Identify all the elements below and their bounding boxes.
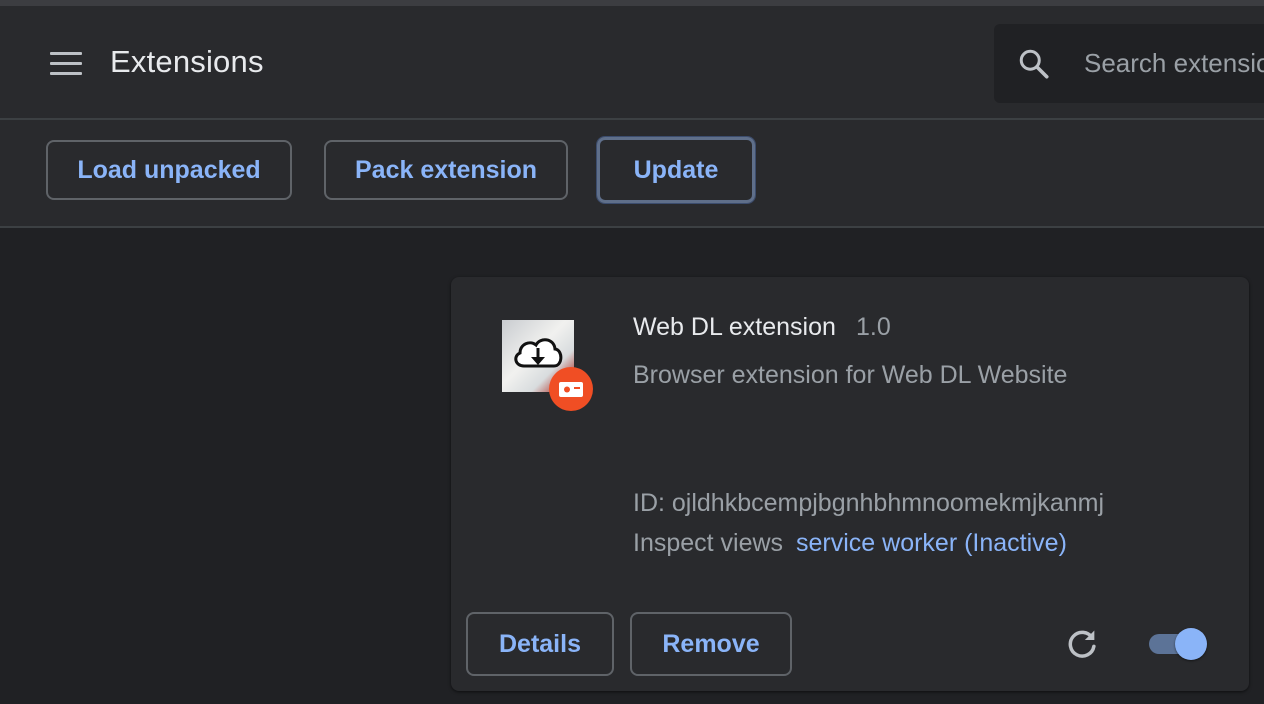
details-button[interactable]: Details [466,612,614,676]
toggle-knob [1175,628,1207,660]
unpacked-badge-icon [549,367,593,411]
developer-toolbar: Load unpacked Pack extension Update [0,120,1264,228]
page-header: Extensions [0,6,1264,120]
pack-extension-button[interactable]: Pack extension [324,140,568,200]
reload-icon[interactable] [1063,625,1101,663]
extension-card: Web DL extension 1.0 Browser extension f… [451,277,1249,691]
extension-name: Web DL extension [633,313,836,341]
load-unpacked-button[interactable]: Load unpacked [46,140,292,200]
search-icon[interactable] [1016,46,1052,82]
extension-version: 1.0 [856,313,891,341]
remove-button[interactable]: Remove [630,612,792,676]
extension-id: ID: ojldhkbcempjbgnhbhmnoomekmjkanmj [633,489,1105,517]
search-input[interactable] [1084,42,1264,84]
service-worker-link[interactable]: service worker (Inactive) [796,529,1067,557]
hamburger-menu-icon[interactable] [42,42,90,90]
search-box[interactable] [994,24,1264,103]
extension-description: Browser extension for Web DL Website [633,361,1068,389]
update-button[interactable]: Update [597,137,755,203]
page-title: Extensions [110,44,264,79]
enable-toggle[interactable] [1147,627,1211,661]
inspect-views-row: Inspect views service worker (Inactive) [633,529,1067,558]
inspect-views-label: Inspect views [633,529,784,557]
